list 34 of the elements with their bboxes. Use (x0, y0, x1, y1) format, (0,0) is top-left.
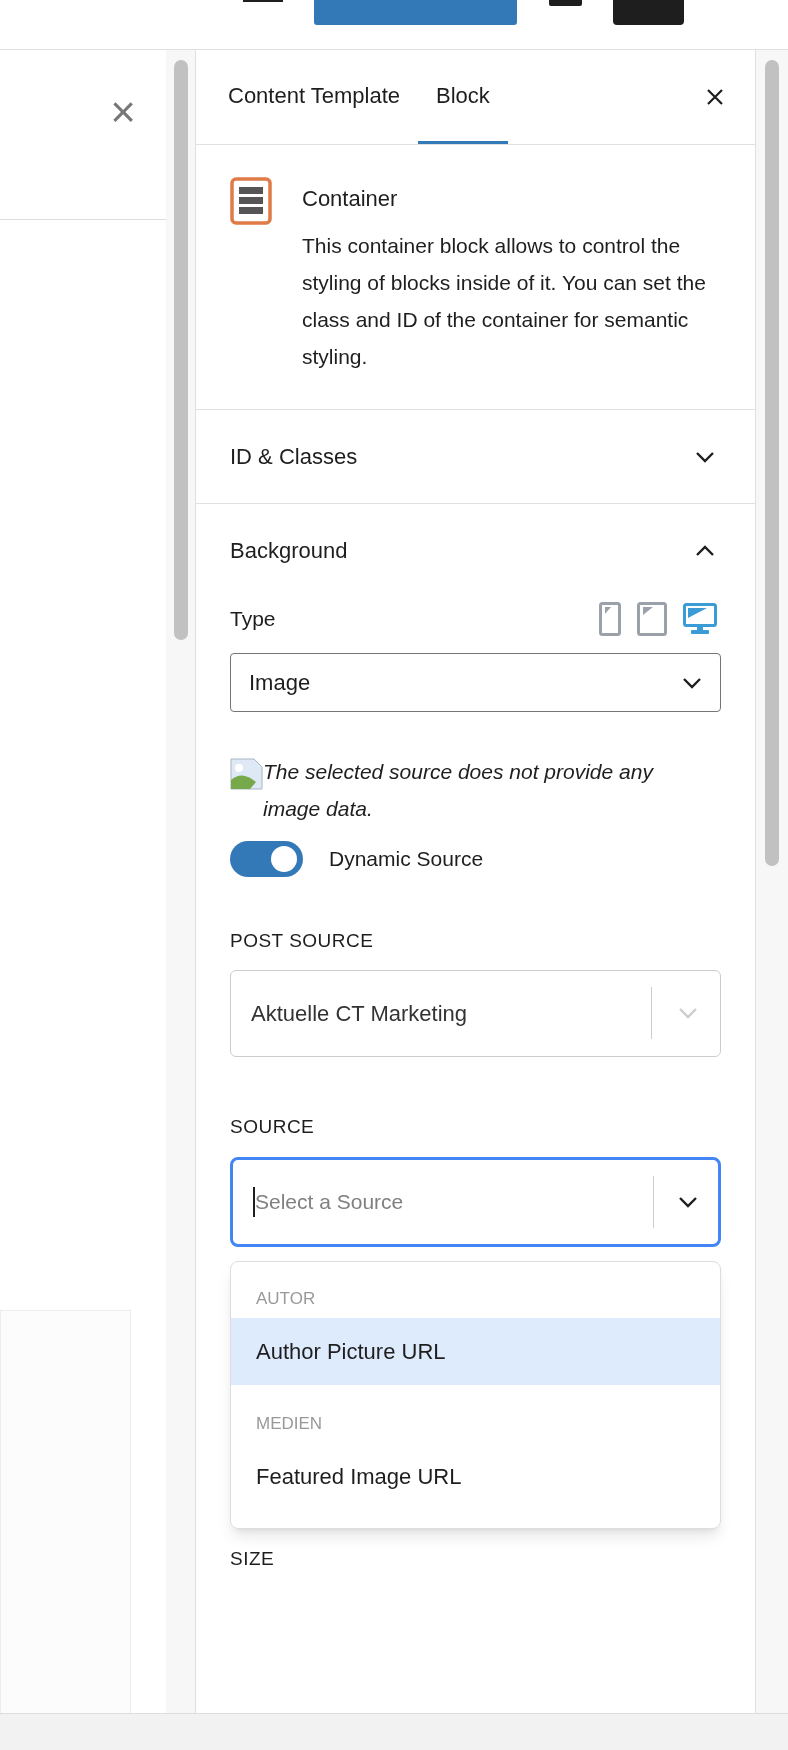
type-label: Type (230, 606, 276, 633)
section-header[interactable]: Background (196, 504, 755, 597)
container-block-icon (230, 177, 272, 225)
type-select[interactable]: Image (230, 653, 721, 712)
post-source-label: POST SOURCE (230, 929, 375, 953)
scrollbar-thumb[interactable] (765, 60, 779, 866)
source-select[interactable]: Select a Source (230, 1157, 721, 1247)
chevron-icon (678, 1196, 698, 1208)
toggle-switch[interactable] (230, 841, 303, 877)
chevron-icon (695, 544, 715, 557)
phone-icon[interactable] (599, 602, 621, 636)
post-source-select[interactable]: Aktuelle CT Marketing (230, 969, 721, 1057)
toggle-label: Dynamic Source (329, 846, 484, 873)
block-title: Container (302, 185, 399, 213)
source-placeholder: Select a Source (255, 1189, 405, 1216)
close-button[interactable]: × (110, 90, 136, 134)
sidebar-tab[interactable]: Content Template (210, 50, 419, 144)
size-label: SIZE (230, 1547, 276, 1571)
scrollbar-thumb[interactable] (173, 60, 188, 640)
menu-group-heading: AUTOR (255, 1288, 317, 1310)
tablet-icon[interactable] (637, 602, 667, 636)
desktop-icon[interactable] (683, 603, 717, 635)
sidebar-tab[interactable]: Block (418, 50, 508, 144)
section-header[interactable]: ID & Classes (196, 410, 755, 503)
menu-option[interactable]: Author Picture URL (231, 1318, 720, 1385)
chevron-icon (682, 676, 702, 689)
block-description: This container block allows to control the styling of blocks inside of it. You can set the class and ID of the container for semantic styling. (302, 233, 707, 370)
chevron-icon (695, 450, 715, 463)
source-label: SOURCE (230, 1114, 316, 1139)
no-image-message: The selected source does not provide any image data. (263, 759, 655, 822)
chevron-icon (678, 1007, 698, 1019)
menu-option[interactable]: Featured Image URL (231, 1443, 720, 1510)
menu-group-heading: MEDIEN (255, 1413, 324, 1435)
broken-image-icon (230, 758, 263, 790)
